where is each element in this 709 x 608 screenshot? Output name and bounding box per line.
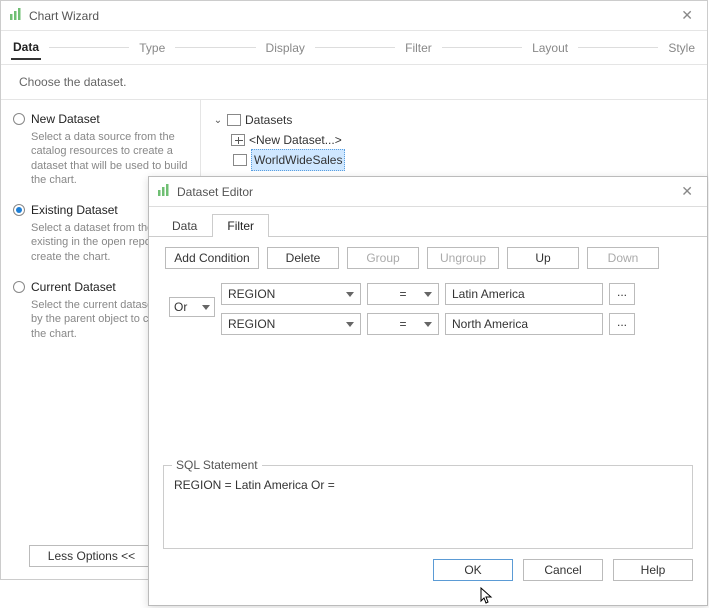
step-separator	[49, 47, 129, 48]
sql-legend: SQL Statement	[172, 458, 262, 472]
sql-text: REGION = Latin America Or =	[174, 478, 682, 492]
value-input[interactable]: Latin America	[445, 283, 603, 305]
tab-data[interactable]: Data	[157, 214, 212, 237]
editor-tabs: Data Filter	[149, 207, 707, 237]
step-separator	[442, 47, 522, 48]
condition-row: REGION = Latin America ...	[221, 283, 691, 305]
add-condition-button[interactable]: Add Condition	[165, 247, 259, 269]
step-separator	[315, 47, 395, 48]
option-label: Existing Dataset	[31, 203, 118, 217]
chevron-down-icon	[346, 292, 354, 297]
tree-new-dataset[interactable]: <New Dataset...>	[213, 130, 695, 150]
logic-operator-select[interactable]: Or	[169, 297, 215, 317]
value-text: Latin America	[452, 287, 525, 301]
tab-filter[interactable]: Filter	[212, 214, 269, 237]
editor-footer: OK Cancel Help	[149, 549, 707, 591]
filter-toolbar: Add Condition Delete Group Ungroup Up Do…	[149, 237, 707, 279]
up-button[interactable]: Up	[507, 247, 579, 269]
more-button[interactable]: ...	[609, 283, 635, 305]
ungroup-button[interactable]: Ungroup	[427, 247, 499, 269]
plus-icon	[231, 134, 245, 146]
operator-select[interactable]: =	[367, 313, 439, 335]
wizard-titlebar: Chart Wizard ✕	[1, 1, 707, 31]
less-options-button[interactable]: Less Options <<	[29, 545, 154, 567]
tree-label: WorldWideSales	[251, 149, 345, 171]
dataset-icon	[233, 154, 247, 166]
dataset-editor-dialog: Dataset Editor ✕ Data Filter Add Conditi…	[148, 176, 708, 606]
chart-icon	[157, 183, 171, 200]
operator-value: =	[399, 287, 406, 301]
chart-icon	[9, 7, 23, 24]
tree-label: <New Dataset...>	[249, 133, 342, 147]
field-value: REGION	[228, 317, 275, 331]
editor-title: Dataset Editor	[177, 185, 675, 199]
step-layout[interactable]: Layout	[530, 37, 570, 59]
chevron-down-icon	[424, 292, 432, 297]
folder-icon	[227, 114, 241, 126]
cancel-button[interactable]: Cancel	[523, 559, 603, 581]
value-text: North America	[452, 317, 528, 331]
tree-root[interactable]: ⌄ Datasets	[213, 110, 695, 130]
group-button[interactable]: Group	[347, 247, 419, 269]
expand-icon[interactable]: ⌄	[213, 115, 223, 125]
sql-statement-group: SQL Statement REGION = Latin America Or …	[163, 465, 693, 549]
chevron-down-icon	[424, 322, 432, 327]
close-icon[interactable]: ✕	[675, 183, 699, 200]
field-select[interactable]: REGION	[221, 313, 361, 335]
step-style[interactable]: Style	[666, 37, 697, 59]
step-type[interactable]: Type	[137, 37, 167, 59]
value-input[interactable]: North America	[445, 313, 603, 335]
chevron-down-icon	[202, 305, 210, 310]
radio-icon	[13, 204, 25, 216]
ok-button[interactable]: OK	[433, 559, 513, 581]
tree-item-worldwidesales[interactable]: WorldWideSales	[213, 150, 695, 170]
field-value: REGION	[228, 287, 275, 301]
step-data[interactable]: Data	[11, 36, 41, 60]
chevron-down-icon	[346, 322, 354, 327]
radio-icon	[13, 113, 25, 125]
wizard-subheading: Choose the dataset.	[1, 65, 707, 100]
more-button[interactable]: ...	[609, 313, 635, 335]
field-select[interactable]: REGION	[221, 283, 361, 305]
condition-rows: REGION = Latin America ... REGION	[221, 283, 691, 335]
step-filter[interactable]: Filter	[403, 37, 434, 59]
tree-label: Datasets	[245, 113, 292, 127]
option-label: Current Dataset	[31, 280, 116, 294]
close-icon[interactable]: ✕	[675, 7, 699, 24]
step-separator	[175, 47, 255, 48]
filter-conditions: Or REGION = Latin America ...	[149, 279, 707, 335]
radio-icon	[13, 281, 25, 293]
operator-value: =	[399, 317, 406, 331]
wizard-steps: Data Type Display Filter Layout Style	[1, 31, 707, 65]
option-new-dataset[interactable]: New Dataset	[13, 112, 188, 126]
condition-row: REGION = North America ...	[221, 313, 691, 335]
step-separator	[578, 47, 658, 48]
operator-select[interactable]: =	[367, 283, 439, 305]
delete-button[interactable]: Delete	[267, 247, 339, 269]
editor-titlebar: Dataset Editor ✕	[149, 177, 707, 207]
down-button[interactable]: Down	[587, 247, 659, 269]
step-display[interactable]: Display	[264, 37, 307, 59]
option-label: New Dataset	[31, 112, 100, 126]
help-button[interactable]: Help	[613, 559, 693, 581]
logic-value: Or	[174, 300, 187, 314]
wizard-title: Chart Wizard	[29, 9, 675, 23]
logic-group: Or	[165, 283, 215, 335]
